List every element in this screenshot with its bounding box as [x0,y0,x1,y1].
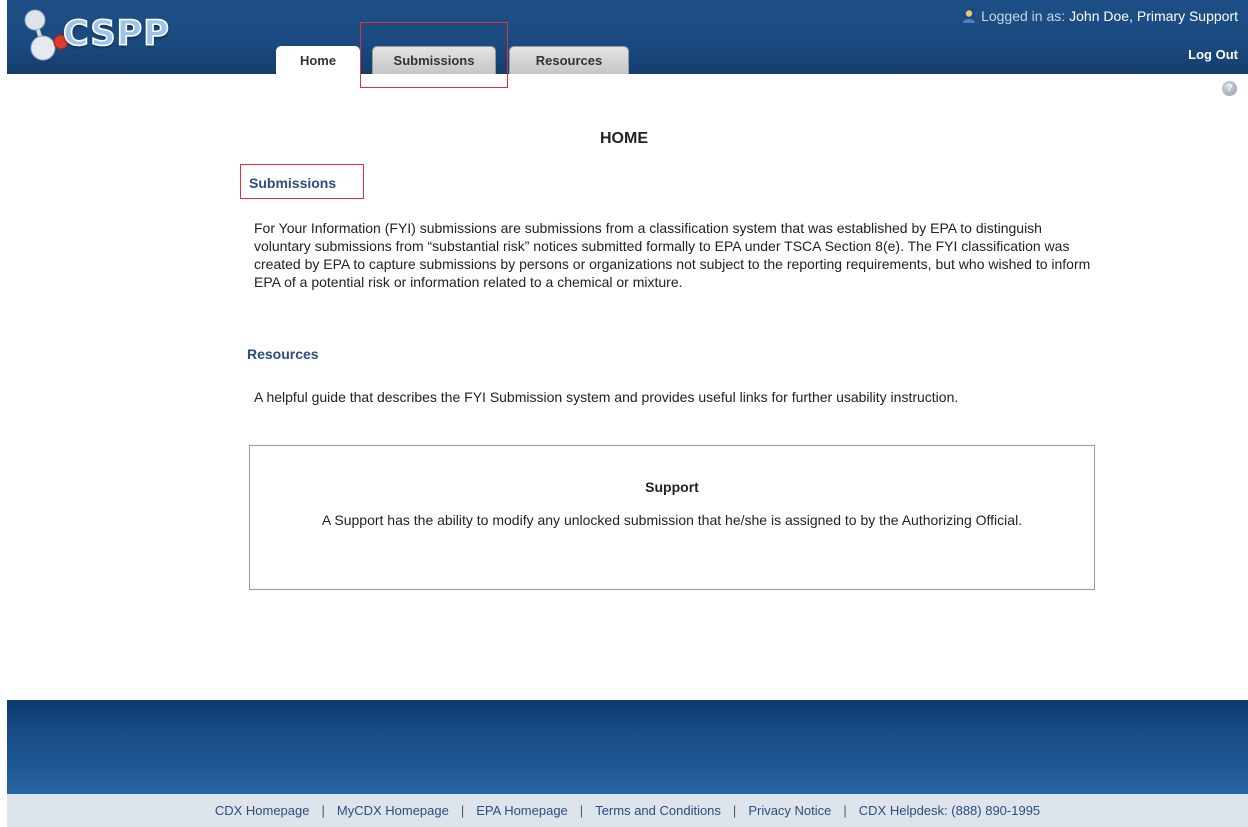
help-icon[interactable]: ? [1222,81,1237,96]
footer-separator: | [579,803,584,818]
footer-link-epa-homepage[interactable]: EPA Homepage [476,803,568,818]
logo-text: CSPP [62,13,170,55]
submissions-description: For Your Information (FYI) submissions a… [254,220,1091,290]
footer-separator: | [460,803,465,818]
tab-resources[interactable]: Resources [509,46,629,74]
footer-link-cdx-homepage[interactable]: CDX Homepage [215,803,310,818]
footer-link-terms[interactable]: Terms and Conditions [595,803,721,818]
user-icon [963,10,976,23]
support-description: A Support has the ability to modify any … [321,512,1023,528]
footer-band [7,700,1248,794]
resources-description: A helpful guide that describes the FYI S… [254,389,959,405]
tab-home[interactable]: Home [276,46,360,74]
footer-separator: | [843,803,847,818]
user-info: Logged in as: John Doe, Primary Support [962,8,1238,24]
resources-heading: Resources [247,346,319,362]
cspp-logo[interactable]: CSPP [21,6,201,64]
footer-link-helpdesk[interactable]: CDX Helpdesk: (888) 890-1995 [859,803,1040,818]
footer-separator: | [732,803,737,818]
footer-separator: | [321,803,325,818]
callout-box-submissions-tab [360,22,508,88]
callout-box-submissions-heading [240,164,364,199]
logged-in-label: Logged in as: [981,8,1066,24]
page-title: HOME [600,130,648,147]
footer-links: CDX Homepage | MyCDX Homepage | EPA Home… [7,794,1248,827]
user-name: John Doe, Primary Support [1069,8,1238,24]
support-box: Support A Support has the ability to mod… [249,445,1095,590]
logout-link[interactable]: Log Out [1188,47,1238,62]
footer-link-mycdx-homepage[interactable]: MyCDX Homepage [337,803,449,818]
footer-link-privacy[interactable]: Privacy Notice [748,803,831,818]
support-title: Support [645,479,699,495]
